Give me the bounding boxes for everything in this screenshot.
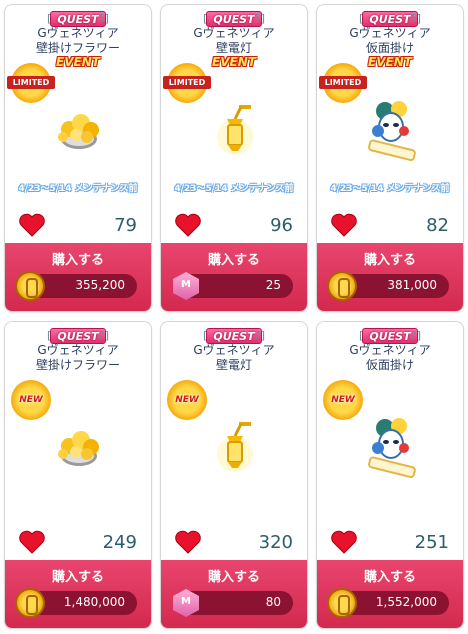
- price-bar: M 25: [173, 272, 293, 300]
- like-count: 249: [102, 532, 137, 553]
- new-badge-icon: NEW: [167, 380, 207, 420]
- coin-icon: [327, 588, 357, 618]
- mask-hanger-icon: [368, 418, 416, 479]
- price-bar: 1,480,000: [15, 588, 137, 618]
- wall-lamp-icon: [217, 422, 253, 472]
- buy-button[interactable]: 購入する 355,200: [5, 243, 151, 311]
- like-count: 79: [114, 215, 137, 236]
- like-count: 96: [270, 215, 293, 236]
- buy-label: 購入する: [51, 570, 104, 585]
- limited-badge-icon: LIMITED: [319, 63, 367, 103]
- price-bar: 1,552,000: [327, 588, 449, 618]
- heart-icon[interactable]: [331, 530, 357, 554]
- price-value: 1,552,000: [375, 595, 437, 609]
- price-value: 355,200: [75, 278, 125, 292]
- badge-label: LIMITED: [319, 76, 367, 89]
- buy-button[interactable]: 購入する M 25: [161, 243, 307, 311]
- item-card[interactable]: [ QUEST 5] Gヴェネツィア 壁電灯 EVENT LIMITED 4/2…: [160, 4, 308, 312]
- limited-badge-icon: LIMITED: [7, 63, 55, 103]
- mask-hanger-icon: [368, 101, 416, 162]
- item-name: 仮面掛け: [365, 358, 414, 372]
- price-value: 1,480,000: [63, 595, 125, 609]
- item-name: 壁電灯: [215, 41, 252, 55]
- item-name: 壁掛けフラワー: [35, 41, 120, 55]
- like-count: 82: [426, 215, 449, 236]
- wall-lamp-icon: [217, 105, 253, 155]
- item-name: 壁掛けフラワー: [35, 358, 120, 372]
- gem-icon: M: [173, 589, 199, 617]
- badge-label: NEW: [175, 395, 199, 405]
- buy-button[interactable]: 購入する 1,552,000: [317, 560, 463, 628]
- buy-button[interactable]: 購入する 381,000: [317, 243, 463, 311]
- price-bar: 355,200: [15, 271, 137, 301]
- item-card[interactable]: [ QUEST 5] Gヴェネツィア 仮面掛け EVENT LIMITED 4/…: [316, 4, 464, 312]
- flower-basket-icon: [58, 431, 99, 466]
- limited-badge-icon: LIMITED: [163, 63, 211, 103]
- buy-label: 購入する: [363, 253, 416, 268]
- buy-button[interactable]: 購入する M 80: [161, 560, 307, 628]
- price-value: 80: [265, 595, 281, 609]
- gem-icon: M: [173, 272, 199, 300]
- gem-letter: M: [181, 596, 191, 607]
- buy-label: 購入する: [51, 253, 104, 268]
- new-badge-icon: NEW: [323, 380, 363, 420]
- item-card[interactable]: [ QUEST 5] Gヴェネツィア 壁掛けフラワー EVENT LIMITED…: [4, 4, 152, 312]
- shop-item-grid: [ QUEST 5] Gヴェネツィア 壁掛けフラワー EVENT LIMITED…: [0, 0, 468, 634]
- heart-icon[interactable]: [19, 213, 45, 237]
- badge-label: LIMITED: [163, 76, 211, 89]
- heart-icon[interactable]: [175, 530, 201, 554]
- price-bar: M 80: [173, 589, 293, 617]
- badge-label: NEW: [331, 395, 355, 405]
- item-name: 仮面掛け: [365, 41, 414, 55]
- buy-label: 購入する: [207, 570, 260, 585]
- buy-button[interactable]: 購入する 1,480,000: [5, 560, 151, 628]
- sale-period: 4/23～5/14 メンテナンス前: [174, 184, 294, 194]
- coin-icon: [15, 271, 45, 301]
- sale-period: 4/23～5/14 メンテナンス前: [330, 184, 450, 194]
- flower-basket-icon: [58, 114, 99, 149]
- price-value: 381,000: [387, 278, 437, 292]
- item-card[interactable]: [ QUEST 7] Gヴェネツィア 壁電灯 NEW 320 購入する M 80: [160, 321, 308, 629]
- item-name: 壁電灯: [215, 358, 252, 372]
- new-badge-icon: NEW: [11, 380, 51, 420]
- price-value: 25: [265, 278, 281, 292]
- sale-period: 4/23～5/14 メンテナンス前: [18, 184, 138, 194]
- buy-label: 購入する: [363, 570, 416, 585]
- heart-icon[interactable]: [175, 213, 201, 237]
- heart-icon[interactable]: [331, 213, 357, 237]
- item-card[interactable]: [ QUEST 7] Gヴェネツィア 壁掛けフラワー NEW 249 購入する …: [4, 321, 152, 629]
- price-bar: 381,000: [327, 271, 449, 301]
- badge-label: LIMITED: [7, 76, 55, 89]
- gem-letter: M: [181, 279, 191, 290]
- coin-icon: [327, 271, 357, 301]
- like-count: 251: [414, 532, 449, 553]
- heart-icon[interactable]: [19, 530, 45, 554]
- item-card[interactable]: [ QUEST 7] Gヴェネツィア 仮面掛け NEW 251 購入する 1,5…: [316, 321, 464, 629]
- coin-icon: [15, 588, 45, 618]
- buy-label: 購入する: [207, 253, 260, 268]
- badge-label: NEW: [19, 395, 43, 405]
- like-count: 320: [258, 532, 293, 553]
